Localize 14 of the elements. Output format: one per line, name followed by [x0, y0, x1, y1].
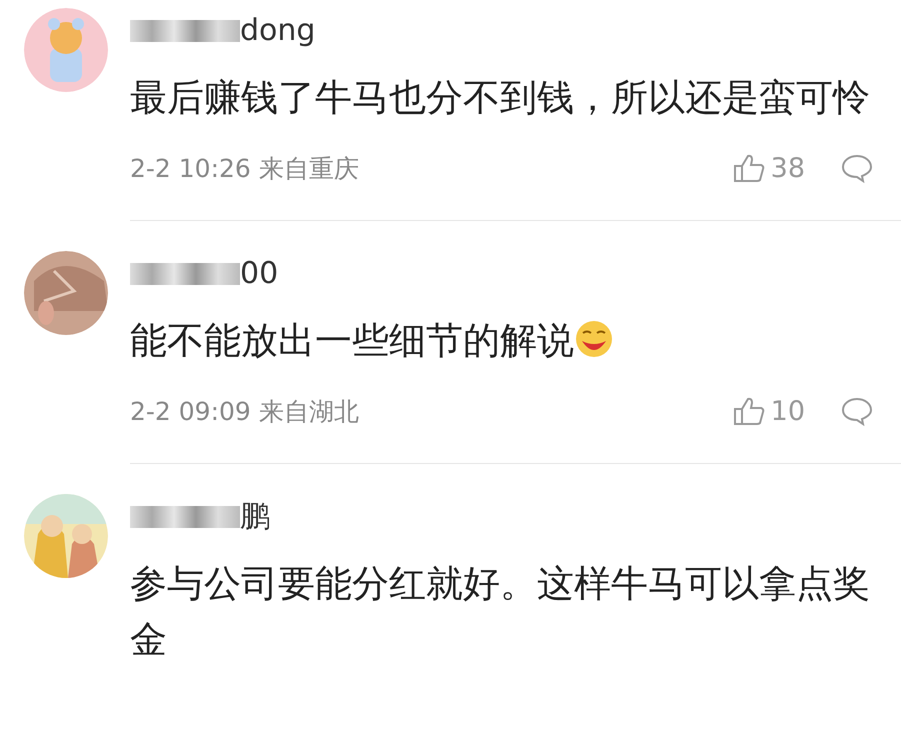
like-count: 38	[770, 152, 805, 184]
like-count: 10	[770, 396, 805, 426]
comment-icon[interactable]	[841, 396, 873, 426]
comment-text: 能不能放出一些细节的解说	[130, 313, 881, 369]
thumbs-up-icon[interactable]	[732, 396, 765, 426]
username[interactable]: 鹏	[240, 502, 270, 532]
comment-text: 参与公司要能分红就好。这样牛马可以拿点奖金	[130, 561, 871, 663]
username[interactable]: 00	[240, 259, 278, 289]
comment-text: 最后赚钱了牛马也分不到钱，所以还是蛮可怜	[130, 75, 871, 121]
thumbs-up-icon[interactable]	[732, 153, 765, 183]
timestamp-location: 2-2 10:26 来自重庆	[130, 152, 360, 184]
username[interactable]: dong	[240, 16, 316, 46]
comment-icon[interactable]	[841, 153, 873, 183]
timestamp-location: 2-2 09:09 来自湖北	[130, 396, 360, 428]
